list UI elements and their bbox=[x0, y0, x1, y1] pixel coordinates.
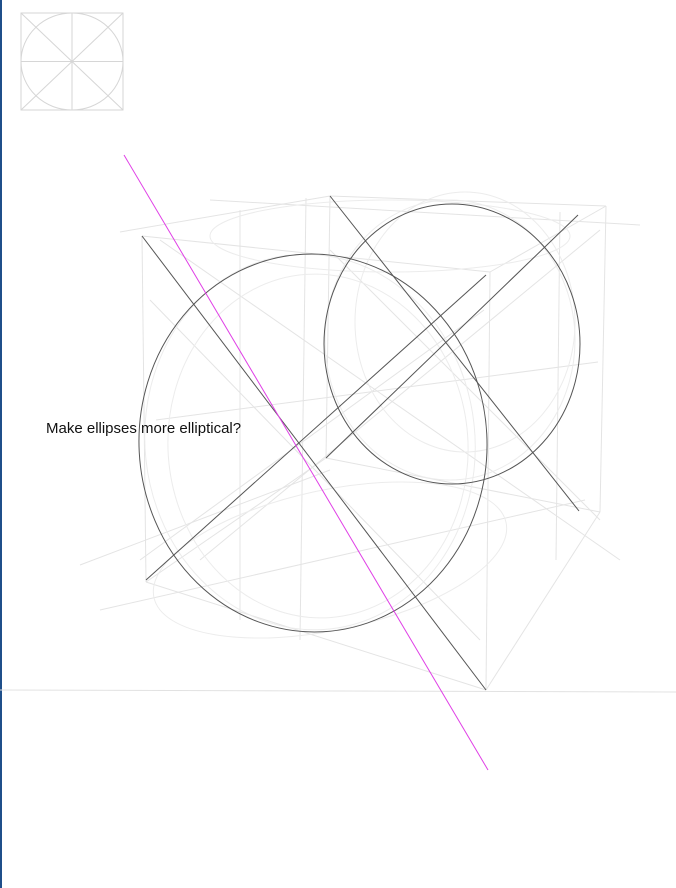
back-ellipse bbox=[323, 203, 581, 485]
construction-lines bbox=[79, 195, 641, 691]
guide-line bbox=[123, 154, 489, 771]
annotation-note: Make ellipses more elliptical? bbox=[46, 420, 242, 437]
thumbnail-reference bbox=[20, 12, 124, 111]
diagonal-back bbox=[329, 195, 580, 512]
front-ellipse bbox=[138, 253, 488, 633]
horizon-line bbox=[0, 689, 676, 693]
diagonal-right bbox=[325, 214, 579, 459]
drawing-canvas: Make ellipses more elliptical? bbox=[0, 0, 676, 888]
inked-lines bbox=[138, 195, 581, 691]
cube-ellipse-sketch bbox=[0, 12, 676, 771]
